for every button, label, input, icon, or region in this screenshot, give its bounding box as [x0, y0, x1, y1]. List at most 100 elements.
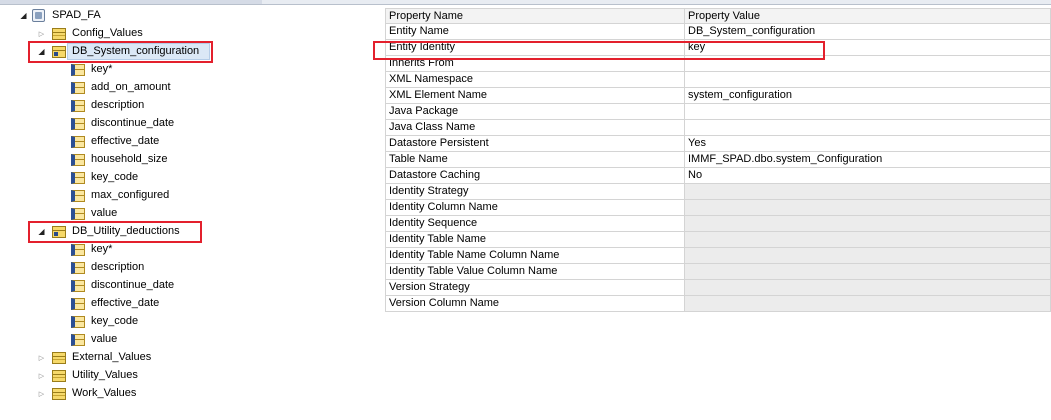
- attribute-label: effective_date: [91, 297, 160, 309]
- property-value-cell: [685, 296, 1051, 312]
- property-row[interactable]: Datastore Caching No: [385, 168, 1051, 184]
- property-row[interactable]: Datastore Persistent Yes: [385, 136, 1051, 152]
- attribute-icon: [71, 100, 85, 112]
- property-value-cell[interactable]: system_configuration: [685, 88, 1051, 104]
- attribute-icon: [71, 244, 85, 256]
- property-row[interactable]: XML Element Name system_configuration: [385, 88, 1051, 104]
- attribute-label: discontinue_date: [91, 117, 175, 129]
- attribute-label: description: [91, 99, 145, 111]
- tree-attribute-item[interactable]: description: [0, 259, 220, 277]
- tree-attribute-item[interactable]: key*: [0, 241, 220, 259]
- property-row[interactable]: Identity Column Name: [385, 200, 1051, 216]
- attribute-icon: [71, 280, 85, 292]
- property-name-cell: Table Name: [385, 152, 685, 168]
- tree-node-spad-fa[interactable]: ◢ SPAD_FA: [0, 7, 200, 25]
- highlight-box-utility-deductions: [28, 221, 202, 243]
- tree-attribute-item[interactable]: effective_date: [0, 133, 220, 151]
- attribute-icon: [71, 190, 85, 202]
- tree-node-external-values[interactable]: ▷ External_Values: [0, 349, 200, 367]
- tree-attribute-item[interactable]: description: [0, 97, 220, 115]
- property-value-cell: [685, 216, 1051, 232]
- tree-attribute-item[interactable]: max_configured: [0, 187, 220, 205]
- property-name-cell: Datastore Caching: [385, 168, 685, 184]
- attribute-label: effective_date: [91, 135, 160, 147]
- table-icon: [52, 370, 66, 382]
- property-value-cell[interactable]: DB_System_configuration: [685, 24, 1051, 40]
- property-value-cell[interactable]: Yes: [685, 136, 1051, 152]
- collapse-arrow-icon[interactable]: ▷: [37, 29, 46, 38]
- tree-node-work-values[interactable]: ▷ Work_Values: [0, 385, 200, 403]
- property-value-cell: [685, 280, 1051, 296]
- property-row[interactable]: Entity Name DB_System_configuration: [385, 24, 1051, 40]
- property-name-cell: Identity Column Name: [385, 200, 685, 216]
- property-name-cell: Entity Name: [385, 24, 685, 40]
- property-row[interactable]: Java Class Name: [385, 120, 1051, 136]
- collapse-arrow-icon[interactable]: ▷: [37, 389, 46, 398]
- property-row[interactable]: Identity Table Name: [385, 232, 1051, 248]
- highlight-box-entity-identity: [373, 41, 825, 60]
- attribute-label: key_code: [91, 171, 139, 183]
- tree-attribute-item[interactable]: household_size: [0, 151, 220, 169]
- property-name-cell: Java Class Name: [385, 120, 685, 136]
- property-name-cell: Java Package: [385, 104, 685, 120]
- property-name-cell: XML Element Name: [385, 88, 685, 104]
- property-row[interactable]: Version Column Name: [385, 296, 1051, 312]
- tree-attribute-item[interactable]: key*: [0, 61, 220, 79]
- column-header-property-value[interactable]: Property Value: [685, 8, 1051, 24]
- attribute-label: key_code: [91, 315, 139, 327]
- tree-node-label: SPAD_FA: [52, 9, 101, 21]
- tree-attribute-item[interactable]: discontinue_date: [0, 115, 220, 133]
- property-value-cell[interactable]: [685, 104, 1051, 120]
- property-name-cell: Identity Sequence: [385, 216, 685, 232]
- tree-attribute-item[interactable]: effective_date: [0, 295, 220, 313]
- property-value-cell: [685, 184, 1051, 200]
- property-name-cell: Identity Table Name: [385, 232, 685, 248]
- property-row[interactable]: Identity Table Value Column Name: [385, 264, 1051, 280]
- property-value-cell[interactable]: IMMF_SPAD.dbo.system_Configuration: [685, 152, 1051, 168]
- table-icon: [52, 388, 66, 400]
- tree-attribute-item[interactable]: key_code: [0, 313, 220, 331]
- property-name-cell: Identity Table Name Column Name: [385, 248, 685, 264]
- table-icon: [52, 352, 66, 364]
- tree-node-label: External_Values: [72, 351, 152, 363]
- collapse-arrow-icon[interactable]: ▷: [37, 353, 46, 362]
- property-name-cell: Version Strategy: [385, 280, 685, 296]
- attribute-icon: [71, 298, 85, 310]
- tree-attribute-item[interactable]: add_on_amount: [0, 79, 220, 97]
- property-value-cell: [685, 200, 1051, 216]
- property-value-cell[interactable]: [685, 72, 1051, 88]
- property-value-cell[interactable]: [685, 120, 1051, 136]
- attribute-label: key*: [91, 243, 113, 255]
- tree-attribute-item[interactable]: value: [0, 331, 220, 349]
- attribute-icon: [71, 154, 85, 166]
- attribute-icon: [71, 136, 85, 148]
- property-row[interactable]: Java Package: [385, 104, 1051, 120]
- tree-attribute-item[interactable]: key_code: [0, 169, 220, 187]
- tree-attribute-item[interactable]: discontinue_date: [0, 277, 220, 295]
- attribute-icon: [71, 208, 85, 220]
- property-row[interactable]: Version Strategy: [385, 280, 1051, 296]
- property-row[interactable]: Identity Sequence: [385, 216, 1051, 232]
- property-name-cell: Version Column Name: [385, 296, 685, 312]
- property-value-cell: [685, 264, 1051, 280]
- expand-arrow-icon[interactable]: ◢: [19, 11, 28, 20]
- property-row[interactable]: Table Name IMMF_SPAD.dbo.system_Configura…: [385, 152, 1051, 168]
- property-name-cell: Identity Strategy: [385, 184, 685, 200]
- property-row[interactable]: XML Namespace: [385, 72, 1051, 88]
- tab-strip-right: [262, 0, 1051, 5]
- attribute-icon: [71, 316, 85, 328]
- attribute-icon: [71, 118, 85, 130]
- property-name-cell: XML Namespace: [385, 72, 685, 88]
- entity-tree: ◢ SPAD_FA ▷ Config_Values ◢ DB_System_co…: [0, 0, 380, 420]
- attribute-label: max_configured: [91, 189, 170, 201]
- tree-node-label: Utility_Values: [72, 369, 138, 381]
- attribute-icon: [71, 172, 85, 184]
- tree-node-utility-values[interactable]: ▷ Utility_Values: [0, 367, 200, 385]
- property-row[interactable]: Identity Strategy: [385, 184, 1051, 200]
- property-row[interactable]: Identity Table Name Column Name: [385, 248, 1051, 264]
- attribute-label: value: [91, 207, 118, 219]
- collapse-arrow-icon[interactable]: ▷: [37, 371, 46, 380]
- column-header-property-name[interactable]: Property Name: [385, 8, 685, 24]
- property-value-cell[interactable]: No: [685, 168, 1051, 184]
- property-value-cell: [685, 248, 1051, 264]
